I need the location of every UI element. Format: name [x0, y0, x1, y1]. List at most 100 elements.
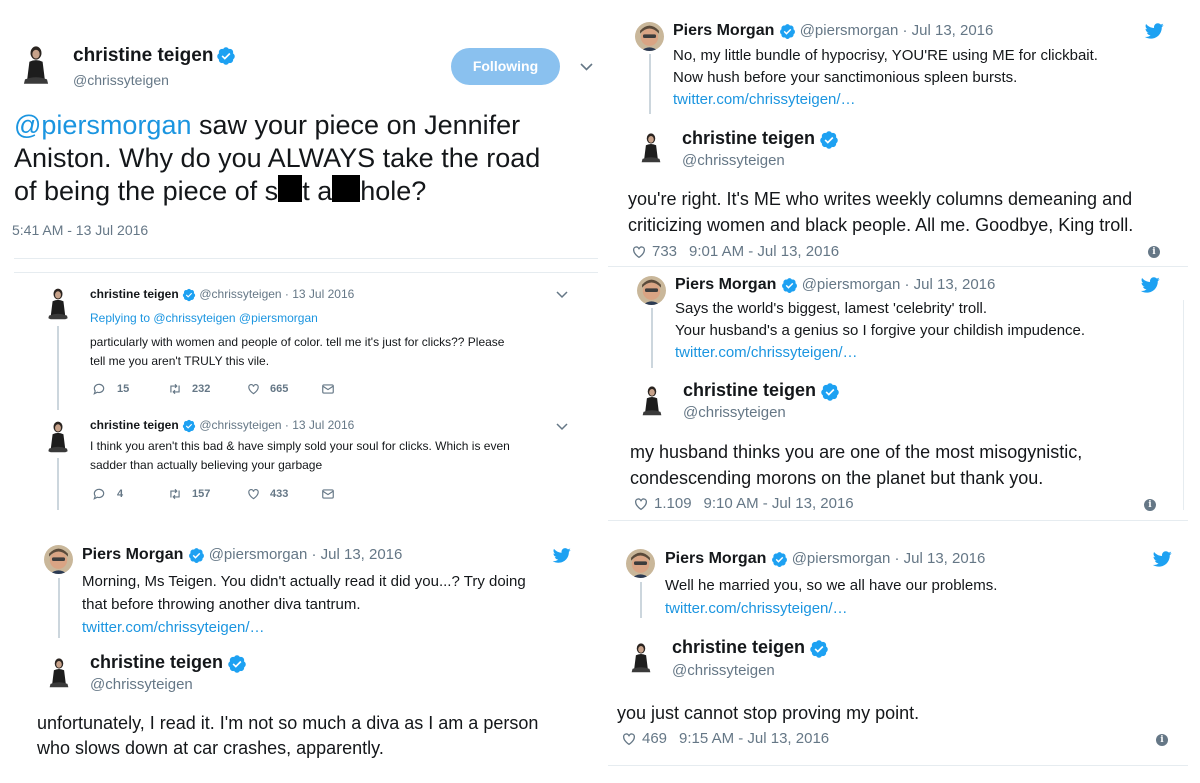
- retweet-icon: [166, 382, 184, 396]
- author-handle[interactable]: @chrissyteigen: [682, 152, 785, 169]
- divider: [1183, 300, 1184, 510]
- retweet-count: 232: [192, 383, 211, 395]
- tweet-text-line: t a: [302, 176, 333, 206]
- verified-icon: [809, 639, 829, 659]
- like-button[interactable]: 665: [246, 382, 288, 396]
- verified-icon: [182, 288, 196, 302]
- author-name[interactable]: christine teigen: [90, 287, 179, 301]
- verified-icon: [819, 130, 839, 150]
- reply-text: you just cannot stop proving my point.: [617, 700, 919, 726]
- following-button[interactable]: Following: [451, 48, 560, 85]
- tweet-link[interactable]: twitter.com/chrissyteigen/…: [665, 600, 848, 617]
- author-handle[interactable]: @chrissyteigen: [73, 72, 169, 88]
- replying-to-link[interactable]: @chrissyteigen @piersmorgan: [153, 311, 317, 325]
- avatar-image: [624, 637, 658, 677]
- author-name[interactable]: Piers Morgan: [673, 22, 774, 39]
- chevron-down-icon[interactable]: [556, 423, 568, 431]
- author-name[interactable]: Piers Morgan: [665, 550, 766, 567]
- author-name[interactable]: christine teigen: [672, 637, 805, 657]
- author-name[interactable]: christine teigen: [682, 128, 815, 148]
- author-handle[interactable]: @chrissyteigen · 13 Jul 2016: [199, 287, 354, 301]
- mention-link[interactable]: @piersmorgan: [14, 110, 191, 140]
- author-name[interactable]: Piers Morgan: [675, 276, 776, 293]
- avatar[interactable]: [14, 42, 58, 86]
- author-handle[interactable]: @piersmorgan · Jul 13, 2016: [802, 276, 996, 293]
- twitter-bird-icon[interactable]: [1144, 21, 1164, 41]
- like-count: 665: [270, 383, 289, 395]
- author-handle[interactable]: @chrissyteigen: [683, 404, 786, 421]
- reply-text-line: criticizing women and black people. All …: [628, 215, 1134, 235]
- direct-message-icon[interactable]: [320, 487, 336, 501]
- avatar[interactable]: [40, 418, 76, 454]
- author-name[interactable]: Piers Morgan: [82, 546, 183, 563]
- reply-text: particularly with women and people of co…: [90, 333, 504, 371]
- verified-icon: [227, 654, 247, 674]
- reply-count: 15: [117, 383, 130, 395]
- tweet-text-line: Says the world's biggest, lamest 'celebr…: [675, 300, 988, 317]
- author-handle[interactable]: @chrissyteigen · 13 Jul 2016: [199, 418, 354, 432]
- chevron-down-icon[interactable]: [580, 62, 593, 72]
- twitter-bird-icon[interactable]: [1140, 275, 1160, 295]
- author-handle[interactable]: @piersmorgan · Jul 13, 2016: [209, 546, 403, 563]
- verified-icon: [182, 419, 196, 433]
- author-handle[interactable]: @piersmorgan · Jul 13, 2016: [792, 550, 986, 567]
- like-count: 1.109: [654, 495, 692, 512]
- tweet-link[interactable]: twitter.com/chrissyteigen/…: [675, 344, 858, 361]
- author-name[interactable]: christine teigen: [73, 45, 213, 67]
- avatar[interactable]: [635, 22, 664, 51]
- chevron-down-icon[interactable]: [556, 291, 568, 299]
- tweet-text: No, my little bundle of hypocrisy, YOU'R…: [673, 45, 1098, 111]
- tweet-timestamp[interactable]: 9:10 AM - Jul 13, 2016: [704, 495, 854, 512]
- direct-message-icon[interactable]: [320, 382, 336, 396]
- tweet-text: Says the world's biggest, lamest 'celebr…: [675, 298, 1085, 364]
- author-handle[interactable]: @chrissyteigen: [90, 676, 193, 693]
- tweet-text-line: hole?: [360, 176, 427, 206]
- reply-header: christine teigen: [682, 128, 839, 150]
- info-icon[interactable]: i: [1156, 734, 1168, 746]
- like-button[interactable]: 433: [246, 487, 288, 501]
- retweet-button[interactable]: 232: [166, 382, 210, 396]
- retweet-count: 157: [192, 488, 211, 500]
- tweet-link[interactable]: twitter.com/chrissyteigen/…: [82, 619, 265, 636]
- avatar[interactable]: [42, 652, 76, 692]
- author-handle[interactable]: @chrissyteigen: [672, 662, 775, 679]
- redaction-block: [278, 175, 303, 202]
- tweet-timestamp[interactable]: 5:41 AM - 13 Jul 2016: [12, 222, 148, 238]
- reply-button[interactable]: 15: [92, 382, 129, 396]
- avatar[interactable]: [624, 637, 658, 677]
- heart-icon[interactable]: [630, 244, 648, 260]
- tweet-link[interactable]: twitter.com/chrissyteigen/…: [673, 91, 856, 108]
- tweet-text-line: saw your piece on Jennifer: [191, 110, 521, 140]
- author-handle[interactable]: @piersmorgan · Jul 13, 2016: [800, 22, 994, 39]
- thread-line: [58, 578, 60, 638]
- tweet-header: Piers Morgan @piersmorgan · Jul 13, 2016: [673, 22, 993, 40]
- avatar[interactable]: [634, 127, 668, 167]
- reply-text: my husband thinks you are one of the mos…: [630, 439, 1082, 491]
- avatar-image: [626, 549, 655, 578]
- info-icon[interactable]: i: [1144, 499, 1156, 511]
- like-count: 433: [270, 488, 289, 500]
- avatar[interactable]: [44, 545, 73, 574]
- author-name[interactable]: christine teigen: [683, 380, 816, 400]
- avatar[interactable]: [626, 549, 655, 578]
- author-name[interactable]: christine teigen: [90, 652, 223, 672]
- retweet-button[interactable]: 157: [166, 487, 210, 501]
- tweet-footer: 733 9:01 AM - Jul 13, 2016: [630, 243, 839, 260]
- main-tweet-text: @piersmorgan saw your piece on Jennifer …: [14, 109, 540, 208]
- heart-icon[interactable]: [632, 496, 650, 512]
- reply-button[interactable]: 4: [92, 487, 123, 501]
- tweet-timestamp[interactable]: 9:15 AM - Jul 13, 2016: [679, 730, 829, 747]
- avatar-image: [44, 545, 73, 574]
- twitter-bird-icon[interactable]: [1152, 549, 1172, 569]
- heart-icon[interactable]: [620, 731, 638, 747]
- twitter-bird-icon[interactable]: [552, 546, 571, 565]
- info-icon[interactable]: i: [1148, 246, 1160, 258]
- tweet-header: Piers Morgan @piersmorgan · Jul 13, 2016: [665, 550, 985, 568]
- avatar[interactable]: [637, 276, 666, 305]
- reply-header: christine teigen: [672, 637, 829, 659]
- avatar[interactable]: [40, 285, 76, 321]
- tweet-timestamp[interactable]: 9:01 AM - Jul 13, 2016: [689, 243, 839, 260]
- avatar[interactable]: [635, 380, 669, 420]
- thread-line: [57, 326, 59, 410]
- author-name[interactable]: christine teigen: [90, 418, 179, 432]
